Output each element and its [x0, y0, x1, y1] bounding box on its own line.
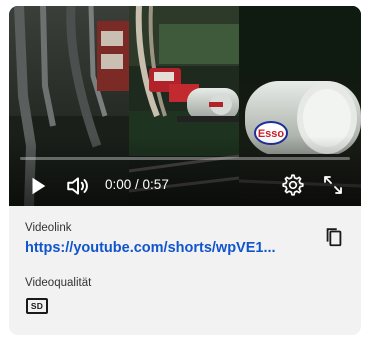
video-link[interactable]: https://youtube.com/shorts/wpVE1...: [25, 240, 293, 256]
video-link-label: Videolink: [25, 222, 72, 234]
copy-icon: [326, 228, 342, 247]
copy-link-button[interactable]: [322, 225, 346, 249]
time-separator: /: [131, 177, 143, 192]
duration: 0:57: [142, 177, 169, 192]
video-card: Esso 0:00 / 0:57 Videolink https://youtu…: [9, 6, 361, 335]
play-button[interactable]: [24, 172, 52, 200]
progress-bar[interactable]: [20, 157, 350, 160]
sd-quality-badge: SD: [26, 298, 48, 314]
volume-icon: [67, 177, 88, 195]
time-display: 0:00 / 0:57: [105, 177, 169, 192]
controls-overlay: [9, 136, 361, 206]
gear-icon: [282, 174, 304, 196]
current-time: 0:00: [105, 177, 132, 192]
video-quality-label: Videoqualität: [25, 277, 92, 289]
video-details: Videolink https://youtube.com/shorts/wpV…: [25, 222, 345, 256]
fullscreen-icon: [324, 176, 342, 194]
volume-button[interactable]: [64, 172, 92, 200]
fullscreen-button[interactable]: [319, 171, 347, 199]
play-icon: [32, 177, 46, 195]
video-player[interactable]: Esso 0:00 / 0:57: [9, 6, 361, 206]
settings-button[interactable]: [279, 171, 307, 199]
